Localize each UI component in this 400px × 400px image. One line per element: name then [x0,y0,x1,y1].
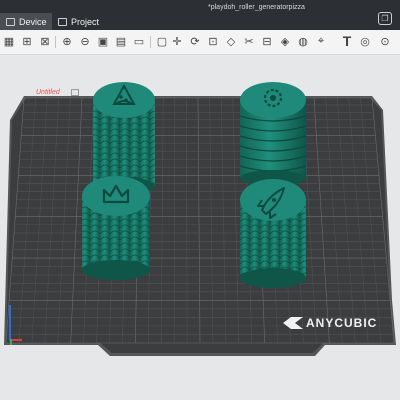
title-bar: *playdoh_roller_generatorpizza Device Pr… [0,0,400,30]
zoom-in-icon[interactable]: ⊕ [60,34,74,48]
tab-project[interactable]: Project [52,13,122,30]
brand-mark: ANYCUBIC [283,316,377,330]
text-icon[interactable]: T [340,33,354,49]
tab-project-label: Project [71,16,100,27]
model-rocket-roller[interactable] [240,179,306,288]
tab-device-label: Device [19,16,47,27]
anycubic-logo-icon [283,317,303,329]
edit-plate-icon[interactable] [71,89,79,96]
measure-icon[interactable]: ⌖ [314,34,328,48]
split-objects-icon[interactable]: ▣ [96,34,110,48]
arrange-icon[interactable]: ⊠ [38,34,52,48]
add-plate-icon[interactable]: ▦ [2,34,16,48]
rotate-icon[interactable]: ⟳ [188,34,202,48]
window-restore-button[interactable]: ❐ [378,12,392,25]
brand-name: ANYCUBIC [306,316,378,330]
cut-icon[interactable]: ✂ [242,34,256,48]
scale-icon[interactable]: ⊡ [206,34,220,48]
split-parts-icon[interactable]: ▤ [114,34,128,48]
variable-layer-icon[interactable]: ◎ [358,34,372,48]
seam-paint-icon[interactable]: ◈ [278,34,292,48]
model-crown-roller[interactable] [82,176,150,280]
project-icon [58,17,67,26]
layers-icon[interactable]: ▢ [155,34,169,48]
fit-icon[interactable]: ▭ [132,34,146,48]
support-paint-icon[interactable]: ⊟ [260,34,274,48]
document-title: *playdoh_roller_generatorpizza [208,4,305,11]
main-toolbar: ▦ ⊞ ⊠ ⊕ ⊖ ▣ ▤ ▭ ▢ ✛ ⟳ ⊡ ◇ ✂ ⊟ ◈ ◍ ⌖ T ◎ … [0,30,400,55]
axis-y-indicator [10,339,12,345]
model-gear-roller[interactable] [239,82,307,186]
plate-name-label[interactable]: Untitled [36,89,60,96]
tab-device[interactable]: Device [0,13,52,30]
toolbar-divider [55,36,56,48]
place-on-face-icon[interactable]: ◇ [224,34,238,48]
3d-viewport[interactable] [0,55,400,400]
axis-z-indicator [9,305,11,341]
color-paint-icon[interactable]: ◍ [296,34,310,48]
device-icon [6,17,15,26]
assembly-icon[interactable]: ⊙ [378,34,392,48]
move-icon[interactable]: ✛ [170,34,184,48]
toolbar-divider [150,36,151,48]
orient-icon[interactable]: ⊞ [20,34,34,48]
zoom-out-icon[interactable]: ⊖ [78,34,92,48]
